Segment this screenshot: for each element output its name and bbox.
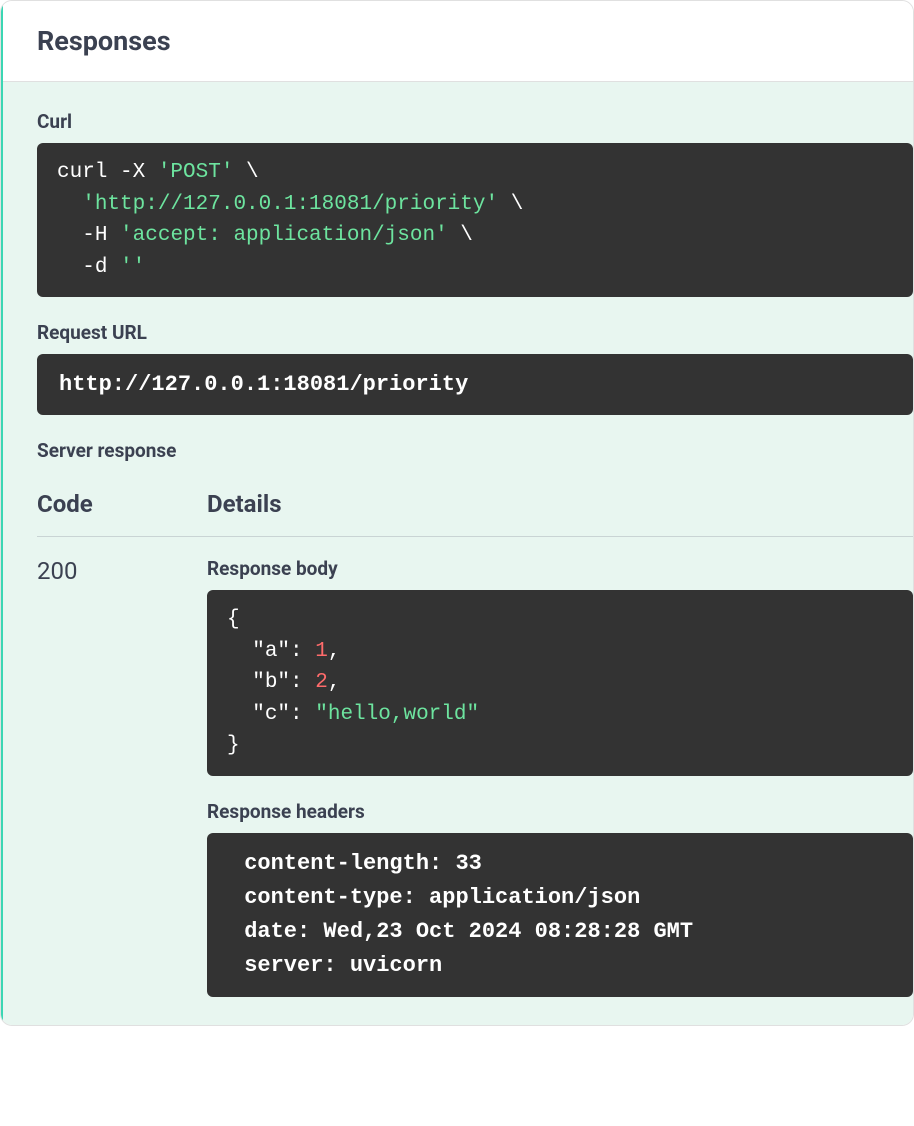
response-row: 200 Response body { "a": 1, "b": 2, "c":…: [37, 557, 913, 997]
response-body-block[interactable]: { "a": 1, "b": 2, "c": "hello,world" }: [207, 590, 913, 776]
status-code: 200: [37, 557, 207, 997]
request-url-label: Request URL: [37, 321, 913, 344]
curl-label: Curl: [37, 110, 913, 133]
response-headers-label: Response headers: [207, 800, 913, 823]
responses-header: Responses: [1, 1, 913, 82]
responses-content: Curl curl -X 'POST' \ 'http://127.0.0.1:…: [1, 82, 913, 1025]
code-column-header: Code: [37, 490, 207, 518]
response-details: Response body { "a": 1, "b": 2, "c": "he…: [207, 557, 913, 997]
server-response-label: Server response: [37, 439, 913, 462]
request-url-value[interactable]: http://127.0.0.1:18081/priority: [37, 354, 913, 415]
response-body-label: Response body: [207, 557, 913, 580]
response-headers-block[interactable]: content-length: 33 content-type: applica…: [207, 833, 913, 997]
responses-panel: Responses Curl curl -X 'POST' \ 'http://…: [0, 0, 914, 1026]
details-column-header: Details: [207, 490, 282, 518]
responses-title: Responses: [37, 25, 877, 57]
response-table-head: Code Details: [37, 490, 913, 537]
curl-code-block[interactable]: curl -X 'POST' \ 'http://127.0.0.1:18081…: [37, 143, 913, 297]
